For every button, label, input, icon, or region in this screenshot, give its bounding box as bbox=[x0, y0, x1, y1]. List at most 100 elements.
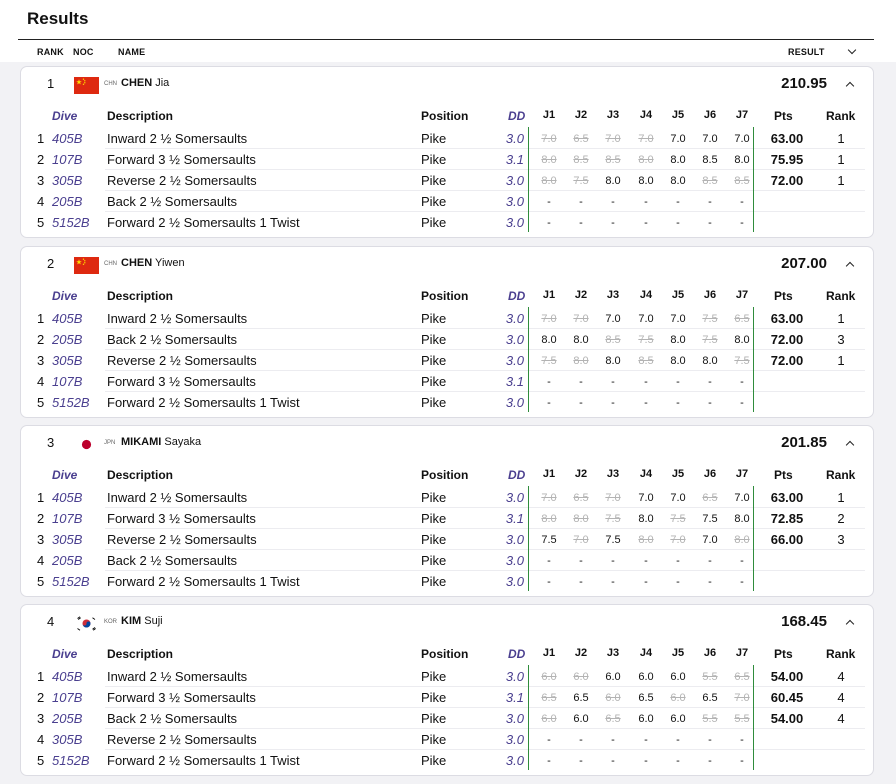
judge-score: 7.0 bbox=[541, 313, 557, 325]
dive-points: 72.85 bbox=[770, 511, 804, 526]
judge-header: J5 bbox=[671, 289, 685, 301]
judge-header: J2 bbox=[574, 109, 588, 121]
judge-score: - bbox=[547, 755, 551, 767]
judge-score: - bbox=[611, 376, 615, 388]
rank-header: Rank bbox=[826, 289, 856, 303]
dive-dd: 3.1 bbox=[505, 152, 524, 167]
dive-row: 5 5152B Forward 2 ½ Somersaults 1 Twist Pik… bbox=[21, 212, 875, 233]
dive-description: Back 2 ½ Somersaults bbox=[107, 711, 238, 726]
dive-row: 3 205B Back 2 ½ Somersaults Pike 3.0 6.0 6.0 6.… bbox=[21, 708, 875, 729]
dive-dd: 3.0 bbox=[505, 490, 524, 505]
judge-score: 8.5 bbox=[702, 175, 718, 187]
dive-number: 2 bbox=[37, 332, 45, 347]
dive-description: Reverse 2 ½ Somersaults bbox=[107, 732, 257, 747]
athlete-name[interactable]: KIM Suji bbox=[121, 615, 163, 627]
judge-score: 7.0 bbox=[702, 534, 718, 546]
judge-header: J4 bbox=[639, 647, 653, 659]
athlete-name[interactable]: CHEN Jia bbox=[121, 77, 169, 89]
athlete-name[interactable]: CHEN Yiwen bbox=[121, 257, 185, 269]
judge-score: - bbox=[611, 217, 615, 229]
judge-header: J2 bbox=[574, 468, 588, 480]
dive-code: 305B bbox=[52, 732, 83, 747]
dive-row: 4 107B Forward 3 ½ Somersaults Pike 3.1 - - - - -… bbox=[21, 371, 875, 392]
judge-score: 6.0 bbox=[605, 692, 621, 704]
judge-score: 7.0 bbox=[670, 313, 686, 325]
dive-points: 75.95 bbox=[770, 152, 804, 167]
judge-score: - bbox=[676, 217, 680, 229]
dive-position: Pike bbox=[421, 553, 447, 568]
dive-position: Pike bbox=[421, 711, 447, 726]
athlete-name[interactable]: MIKAMI Sayaka bbox=[121, 436, 201, 448]
dive-description: Inward 2 ½ Somersaults bbox=[107, 669, 248, 684]
dive-rank: 3 bbox=[837, 532, 845, 547]
dd-header: DD bbox=[508, 289, 526, 303]
judge-header: J5 bbox=[671, 109, 685, 121]
dive-row: 2 107B Forward 3 ½ Somersaults Pike 3.1 8.0 8.… bbox=[21, 508, 875, 529]
dive-rank: 1 bbox=[837, 353, 845, 368]
judge-score: - bbox=[579, 734, 583, 746]
dive-row: 2 107B Forward 3 ½ Somersaults Pike 3.1 6.5 6.… bbox=[21, 687, 875, 708]
judge-header: J4 bbox=[639, 468, 653, 480]
judge-score: 8.5 bbox=[605, 334, 621, 346]
dive-code: 5152B bbox=[52, 753, 90, 768]
dive-position: Pike bbox=[421, 311, 447, 326]
judge-score: 8.0 bbox=[638, 175, 654, 187]
judge-score: - bbox=[644, 734, 648, 746]
chevron-up-icon[interactable] bbox=[845, 81, 855, 91]
dive-row: 4 205B Back 2 ½ Somersaults Pike 3.0- - - - - - - bbox=[21, 550, 875, 571]
dive-code: 305B bbox=[52, 353, 83, 368]
dive-row: 2 205B Back 2 ½ Somersaults Pike 3.0 8.0 8.0 8.… bbox=[21, 329, 875, 350]
athlete-rank: 4 bbox=[47, 614, 55, 629]
athlete-surname: CHEN bbox=[121, 77, 153, 89]
judge-header: J1 bbox=[542, 468, 556, 480]
judge-score: 6.5 bbox=[573, 692, 589, 704]
judge-header: J6 bbox=[703, 647, 717, 659]
dive-rank: 1 bbox=[837, 490, 845, 505]
athlete-surname: MIKAMI bbox=[121, 436, 162, 448]
description-header: Description bbox=[107, 109, 174, 123]
chevron-down-icon[interactable] bbox=[847, 45, 857, 55]
athlete-total: 201.85 bbox=[781, 434, 827, 451]
dive-description: Inward 2 ½ Somersaults bbox=[107, 490, 248, 505]
chevron-up-icon[interactable] bbox=[845, 261, 855, 271]
dive-description: Forward 2 ½ Somersaults 1 Twist bbox=[107, 215, 300, 230]
judge-header: J7 bbox=[735, 109, 749, 121]
judge-score: - bbox=[579, 397, 583, 409]
dive-rank: 4 bbox=[837, 711, 845, 726]
dive-description: Inward 2 ½ Somersaults bbox=[107, 131, 248, 146]
dive-description: Back 2 ½ Somersaults bbox=[107, 553, 238, 568]
judge-header: J6 bbox=[703, 289, 717, 301]
judge-score: - bbox=[644, 755, 648, 767]
dd-header: DD bbox=[508, 647, 526, 661]
dive-position: Pike bbox=[421, 332, 447, 347]
judge-header: J6 bbox=[703, 109, 717, 121]
dive-number: 5 bbox=[37, 574, 45, 589]
dd-divider-line bbox=[528, 665, 529, 770]
judge-score: - bbox=[708, 555, 712, 567]
judge-header: J2 bbox=[574, 647, 588, 659]
dive-number: 4 bbox=[37, 374, 45, 389]
judge-score: 8.0 bbox=[573, 513, 589, 525]
dive-number: 2 bbox=[37, 690, 45, 705]
dive-description: Forward 3 ½ Somersaults bbox=[107, 152, 256, 167]
judge-header: J3 bbox=[606, 289, 620, 301]
dive-rank: 2 bbox=[837, 511, 845, 526]
judge-score: 8.0 bbox=[573, 355, 589, 367]
judge-score: 7.0 bbox=[605, 133, 621, 145]
dive-position: Pike bbox=[421, 131, 447, 146]
dive-row: 4 205B Back 2 ½ Somersaults Pike 3.0- - - - - - - bbox=[21, 191, 875, 212]
dive-position: Pike bbox=[421, 753, 447, 768]
score-divider-line bbox=[753, 665, 754, 770]
chevron-up-icon[interactable] bbox=[845, 440, 855, 450]
dive-header: Dive bbox=[52, 109, 78, 123]
judge-score: 8.0 bbox=[605, 355, 621, 367]
dive-rank: 1 bbox=[837, 173, 845, 188]
dive-dd: 3.0 bbox=[505, 173, 524, 188]
dive-number: 3 bbox=[37, 173, 45, 188]
chevron-up-icon[interactable] bbox=[845, 619, 855, 629]
description-header: Description bbox=[107, 289, 174, 303]
dive-number: 4 bbox=[37, 553, 45, 568]
china-flag-icon bbox=[74, 77, 99, 94]
dive-code: 405B bbox=[52, 490, 83, 505]
judge-score: 6.5 bbox=[605, 713, 621, 725]
